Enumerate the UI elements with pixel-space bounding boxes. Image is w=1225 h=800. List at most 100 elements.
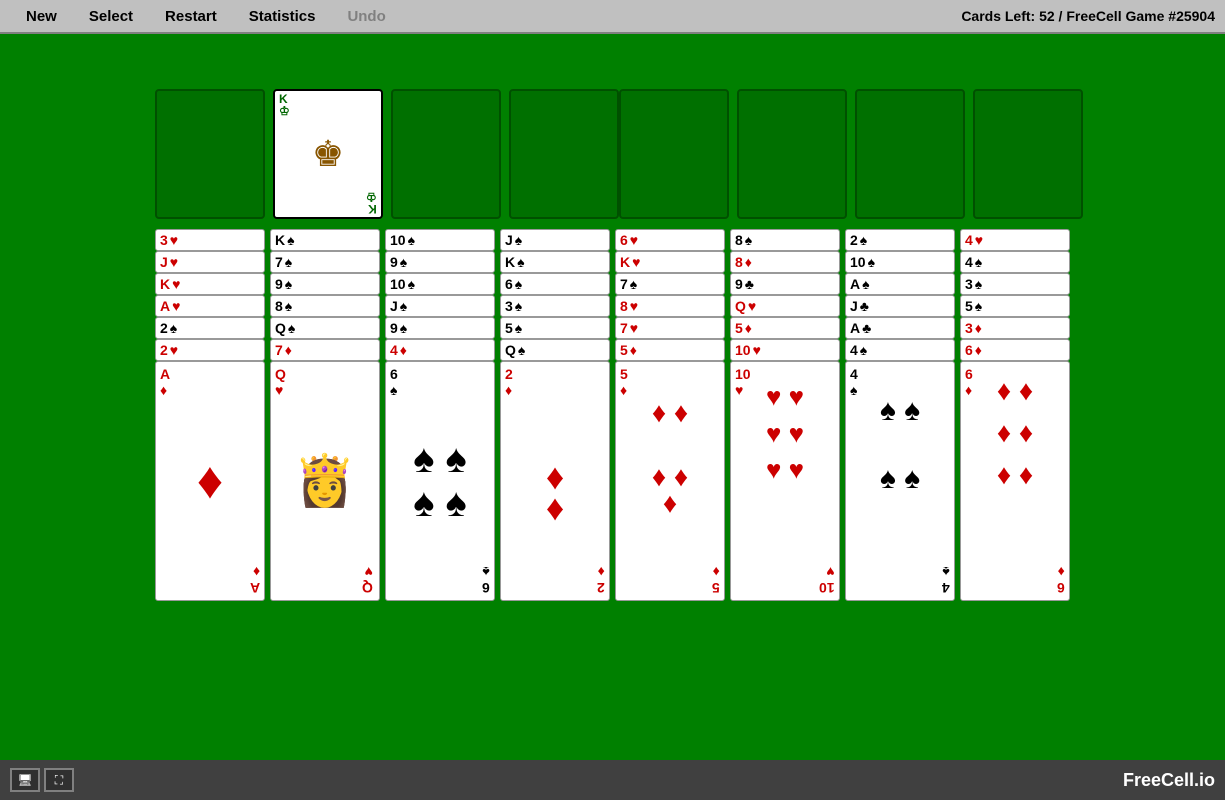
card[interactable]: 7♠ — [615, 273, 725, 295]
card-columns: 3♥ J♥ K♥ A♥ 2♠ 2♥ A♦ ♦ A♦ K♠ 7♠ 9♠ 8♠ Q♠… — [155, 229, 1070, 601]
card[interactable]: Q♠ — [270, 317, 380, 339]
card[interactable]: A♣ — [845, 317, 955, 339]
fullscreen-icon[interactable]: ⛶ — [44, 768, 74, 792]
card[interactable]: 2♠ — [845, 229, 955, 251]
card-rank-br: 5♦ — [712, 564, 720, 596]
card-rank-tl: 10♥ — [735, 366, 751, 398]
card-rank-br: 6♠ — [482, 564, 490, 596]
column-6: 8♠ 8♦ 9♣ Q♥ 5♦ 10♥ 10♥ ♥ ♥♥ ♥♥ ♥ 10♥ — [730, 229, 840, 601]
card[interactable]: K♥ — [615, 251, 725, 273]
card[interactable]: 10♠ — [385, 229, 495, 251]
card[interactable]: K♥ — [155, 273, 265, 295]
card[interactable]: 9♠ — [385, 251, 495, 273]
foundation-2[interactable] — [737, 89, 847, 219]
card[interactable]: 2♥ — [155, 339, 265, 361]
card[interactable]: 7♦ — [270, 339, 380, 361]
card[interactable]: J♣ — [845, 295, 955, 317]
card[interactable]: 3♠ — [960, 273, 1070, 295]
card[interactable]: 6♥ — [615, 229, 725, 251]
freecell-2-rank: K♔ — [279, 93, 290, 117]
card-rank-br: Q♥ — [362, 564, 373, 596]
column-8: 4♥ 4♠ 3♠ 5♠ 3♦ 6♦ 6♦ ♦ ♦♦ ♦♦ ♦ 6♦ — [960, 229, 1070, 601]
freecell-2[interactable]: K♔ ♚ K♔ — [273, 89, 383, 219]
card-last[interactable]: 4♠ ♠ ♠♠ ♠ 4♠ — [845, 361, 955, 601]
card-last[interactable]: 6♠ ♠ ♠♠ ♠ 6♠ — [385, 361, 495, 601]
card[interactable]: 8♥ — [615, 295, 725, 317]
card[interactable]: 7♠ — [270, 251, 380, 273]
card[interactable]: 3♥ — [155, 229, 265, 251]
card[interactable]: K♠ — [500, 251, 610, 273]
card[interactable]: 5♦ — [730, 317, 840, 339]
card-suit-center: ♦ ♦♦ ♦♦ ♦ — [997, 370, 1033, 496]
game-area: K♔ ♚ K♔ 3♥ J♥ K♥ A♥ 2♠ 2♥ — [0, 34, 1225, 760]
monitor-icon[interactable]: 🖥 — [10, 768, 40, 792]
card[interactable]: A♠ — [845, 273, 955, 295]
card[interactable]: K♠ — [270, 229, 380, 251]
card[interactable]: Q♠ — [500, 339, 610, 361]
card[interactable]: J♠ — [385, 295, 495, 317]
foundation-3[interactable] — [855, 89, 965, 219]
card[interactable]: 10♠ — [385, 273, 495, 295]
card[interactable]: 4♠ — [845, 339, 955, 361]
card-suit-center: ♦ ♦♦ ♦ — [652, 397, 688, 493]
card[interactable]: 9♠ — [270, 273, 380, 295]
column-7: 2♠ 10♠ A♠ J♣ A♣ 4♠ 4♠ ♠ ♠♠ ♠ 4♠ — [845, 229, 955, 601]
menu-restart[interactable]: Restart — [149, 4, 233, 29]
card-last[interactable]: 2♦ ♦ ♦ 2♦ — [500, 361, 610, 601]
freecells: K♔ ♚ K♔ — [155, 89, 619, 219]
card-rank-tl: 6♦ — [965, 366, 973, 398]
card-rank-br: 6♦ — [1057, 564, 1065, 596]
freecell-3[interactable] — [391, 89, 501, 219]
card[interactable]: 10♥ — [730, 339, 840, 361]
card[interactable]: J♠ — [500, 229, 610, 251]
card-last[interactable]: 10♥ ♥ ♥♥ ♥♥ ♥ 10♥ — [730, 361, 840, 601]
card-rank-tl: 6♠ — [390, 366, 398, 398]
freecell-2-rank-br: K♔ — [366, 191, 377, 215]
card[interactable]: A♥ — [155, 295, 265, 317]
menu-undo[interactable]: Undo — [331, 4, 401, 29]
card-suit-center: ♥ ♥♥ ♥♥ ♥ — [766, 379, 804, 488]
card-last[interactable]: 6♦ ♦ ♦♦ ♦♦ ♦ 6♦ — [960, 361, 1070, 601]
card[interactable]: 10♠ — [845, 251, 955, 273]
card[interactable]: 6♠ — [500, 273, 610, 295]
card-rank-br: 4♠ — [942, 564, 950, 596]
menu-select[interactable]: Select — [73, 4, 149, 29]
card-last[interactable]: 5♦ ♦ ♦♦ ♦ ♦ 5♦ — [615, 361, 725, 601]
card[interactable]: 9♣ — [730, 273, 840, 295]
menu-statistics[interactable]: Statistics — [233, 4, 332, 29]
foundations — [619, 89, 1083, 219]
status-bar: Cards Left: 52 / FreeCell Game #25904 — [961, 8, 1215, 24]
card[interactable]: 8♦ — [730, 251, 840, 273]
foundation-1[interactable] — [619, 89, 729, 219]
card-suit-center: ♠ ♠♠ ♠ — [880, 394, 920, 496]
card[interactable]: 5♠ — [500, 317, 610, 339]
card[interactable]: 5♠ — [960, 295, 1070, 317]
card-last[interactable]: A♦ ♦ A♦ — [155, 361, 265, 601]
card[interactable]: 7♥ — [615, 317, 725, 339]
card-rank-br: A♦ — [250, 564, 260, 596]
card-queen[interactable]: Q♥ 👸 Q♥ — [270, 361, 380, 601]
freecell-1[interactable] — [155, 89, 265, 219]
brand-logo: FreeCell.io — [1123, 770, 1215, 791]
card[interactable]: 3♠ — [500, 295, 610, 317]
card-rank-br: 2♦ — [597, 564, 605, 596]
card[interactable]: Q♥ — [730, 295, 840, 317]
card[interactable]: 4♦ — [385, 339, 495, 361]
menu-new[interactable]: New — [10, 4, 73, 29]
freecell-4[interactable] — [509, 89, 619, 219]
card[interactable]: 4♠ — [960, 251, 1070, 273]
card-face: 👸 — [294, 452, 356, 511]
card[interactable]: 8♠ — [730, 229, 840, 251]
card-rank-tl: A♦ — [160, 366, 170, 398]
card[interactable]: 6♦ — [960, 339, 1070, 361]
card[interactable]: 5♦ — [615, 339, 725, 361]
card-suit-center: ♦ — [197, 451, 224, 511]
foundation-4[interactable] — [973, 89, 1083, 219]
menubar: New Select Restart Statistics Undo Cards… — [0, 0, 1225, 34]
card[interactable]: 2♠ — [155, 317, 265, 339]
card[interactable]: 4♥ — [960, 229, 1070, 251]
card[interactable]: 3♦ — [960, 317, 1070, 339]
card[interactable]: 8♠ — [270, 295, 380, 317]
card[interactable]: J♥ — [155, 251, 265, 273]
card[interactable]: 9♠ — [385, 317, 495, 339]
